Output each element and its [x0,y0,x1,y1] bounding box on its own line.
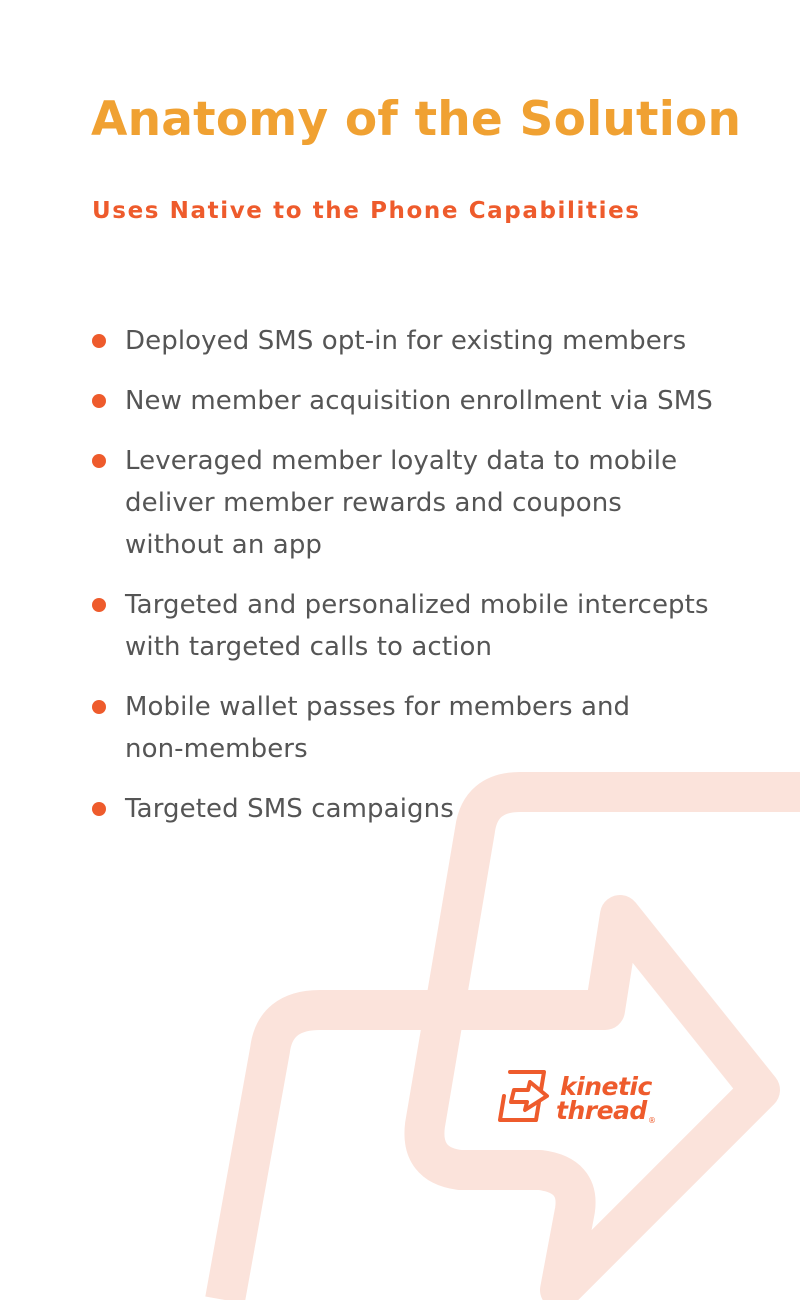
list-item-line: New member acquisition enrollment via SM… [125,386,713,416]
list-item: Targeted and personalized mobile interce… [92,584,732,668]
bullet-dot-icon [92,394,106,408]
bullet-dot-icon [92,454,106,468]
list-item: Targeted SMS campaigns [92,788,732,830]
list-item: New member acquisition enrollment via SM… [92,380,732,422]
list-item-line: Mobile wallet passes for members and [125,692,631,722]
page-subtitle: Uses Native to the Phone Capabilities [92,198,641,224]
list-item-line: non-members [125,734,308,764]
logo-text-thread: thread [556,1096,647,1125]
list-item-line: without an app [125,530,323,560]
list-item-line: Targeted SMS campaigns [125,794,454,824]
registered-mark: ® [648,1116,656,1125]
page-title: Anatomy of the Solution [91,92,742,147]
list-item: Deployed SMS opt-in for existing members [92,320,732,362]
capabilities-list: Deployed SMS opt-in for existing members… [92,320,732,848]
arrow-box-icon [498,1070,549,1122]
list-item-line: Leveraged member loyalty data to mobile [125,446,678,476]
bullet-dot-icon [92,802,106,816]
bullet-dot-icon [92,598,106,612]
list-item: Leveraged member loyalty data to mobile … [92,440,732,566]
list-item-line: deliver member rewards and coupons [125,488,622,518]
list-item-line: Targeted and personalized mobile interce… [125,590,709,620]
list-item-line: Deployed SMS opt-in for existing members [125,326,687,356]
bullet-dot-icon [92,334,106,348]
bullet-dot-icon [92,700,106,714]
background-arrow-shape [205,772,800,1300]
kinetic-thread-logo: kinetic thread ® [492,1066,662,1130]
list-item: Mobile wallet passes for members and non… [92,686,732,770]
list-item-line: with targeted calls to action [125,632,493,662]
